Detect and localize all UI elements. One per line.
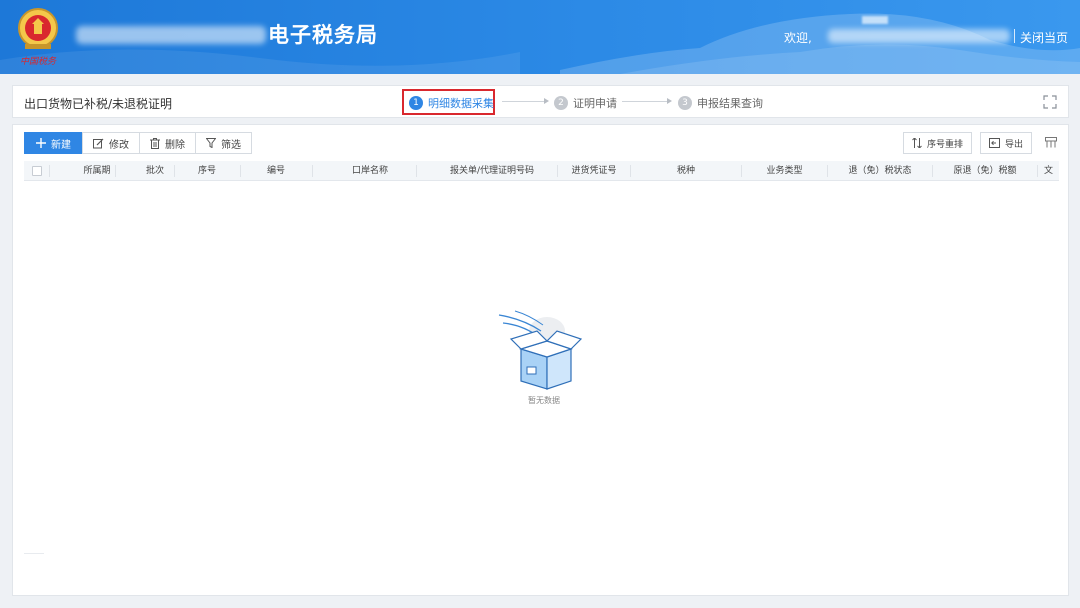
column-header[interactable]: 序号: [175, 161, 239, 181]
redacted-mark: [862, 16, 888, 24]
sort-icon: [912, 138, 922, 148]
column-header[interactable]: 税种: [631, 161, 741, 181]
close-page-link[interactable]: 关闭当页: [1020, 29, 1068, 46]
column-settings-icon[interactable]: [1045, 137, 1057, 148]
step-detail-collection[interactable]: 1 明细数据采集: [409, 95, 494, 111]
top-header: 中国税务 电子税务局 欢迎, 关闭当页: [0, 0, 1080, 74]
emblem-text: 中国税务: [20, 56, 57, 67]
step-label: 明细数据采集: [428, 97, 494, 110]
column-header[interactable]: 报关单/代理证明号码: [417, 161, 567, 181]
export-icon: [989, 138, 1000, 148]
data-panel: 新建 修改 删除 筛选 序号重排 导出 所属期 批次 序号 编号 口岸名称 报关…: [12, 124, 1069, 596]
edit-button[interactable]: 修改: [82, 132, 140, 154]
redacted-bureau-name: [76, 26, 266, 44]
step-number: 3: [678, 96, 692, 110]
column-header[interactable]: 进货凭证号: [558, 161, 630, 181]
trash-icon: [150, 137, 160, 149]
column-header[interactable]: 文: [1044, 161, 1058, 181]
edit-button-label: 修改: [109, 139, 129, 151]
column-header[interactable]: 编号: [241, 161, 311, 181]
sort-reset-button[interactable]: 序号重排: [903, 132, 973, 154]
welcome-text: 欢迎,: [784, 31, 812, 45]
column-header[interactable]: 口岸名称: [313, 161, 427, 181]
step-bar: 出口货物已补税/未退税证明 1 明细数据采集 2 证明申请 3 申报结果查询: [12, 85, 1069, 118]
column-header[interactable]: 退（免）税状态: [828, 161, 932, 181]
redacted-user-name: [828, 29, 1010, 43]
filter-button[interactable]: 筛选: [195, 132, 252, 154]
step-certificate-application[interactable]: 2 证明申请: [554, 95, 617, 111]
step-label: 申报结果查询: [697, 97, 763, 110]
edit-icon: [93, 138, 104, 148]
fullscreen-icon[interactable]: [1043, 95, 1057, 109]
sort-reset-label: 序号重排: [927, 139, 964, 150]
tax-emblem-logo: 中国税务: [18, 8, 58, 67]
filter-icon: [206, 138, 216, 148]
step-connector-arrow: [622, 98, 672, 104]
table-footer-mark: [24, 553, 44, 554]
delete-button[interactable]: 删除: [139, 132, 196, 154]
step-connector-arrow: [502, 98, 549, 104]
column-header[interactable]: 原退（免）税额: [933, 161, 1037, 181]
filter-button-label: 筛选: [221, 139, 241, 151]
delete-button-label: 删除: [165, 139, 185, 151]
export-label: 导出: [1005, 139, 1024, 150]
column-header[interactable]: 业务类型: [742, 161, 827, 181]
empty-state: 暂无数据: [489, 309, 599, 405]
toolbar: 新建 修改 删除 筛选: [24, 132, 252, 154]
select-all-checkbox[interactable]: [32, 166, 42, 176]
header-divider: [1014, 29, 1015, 43]
step-label: 证明申请: [573, 97, 617, 110]
new-button[interactable]: 新建: [24, 132, 83, 154]
export-button[interactable]: 导出: [980, 132, 1033, 154]
column-divider: [1037, 165, 1038, 177]
page-title: 出口货物已补税/未退税证明: [24, 97, 173, 111]
new-button-label: 新建: [51, 139, 71, 151]
plus-icon: [36, 138, 46, 148]
step-number: 2: [554, 96, 568, 110]
empty-text: 暂无数据: [528, 396, 560, 405]
step-result-query[interactable]: 3 申报结果查询: [678, 95, 763, 111]
empty-box-icon: [498, 310, 583, 390]
table-header: 所属期 批次 序号 编号 口岸名称 报关单/代理证明号码 进货凭证号 税种 业务…: [24, 161, 1059, 181]
bureau-title: 电子税务局: [268, 23, 378, 47]
step-number: 1: [409, 96, 423, 110]
